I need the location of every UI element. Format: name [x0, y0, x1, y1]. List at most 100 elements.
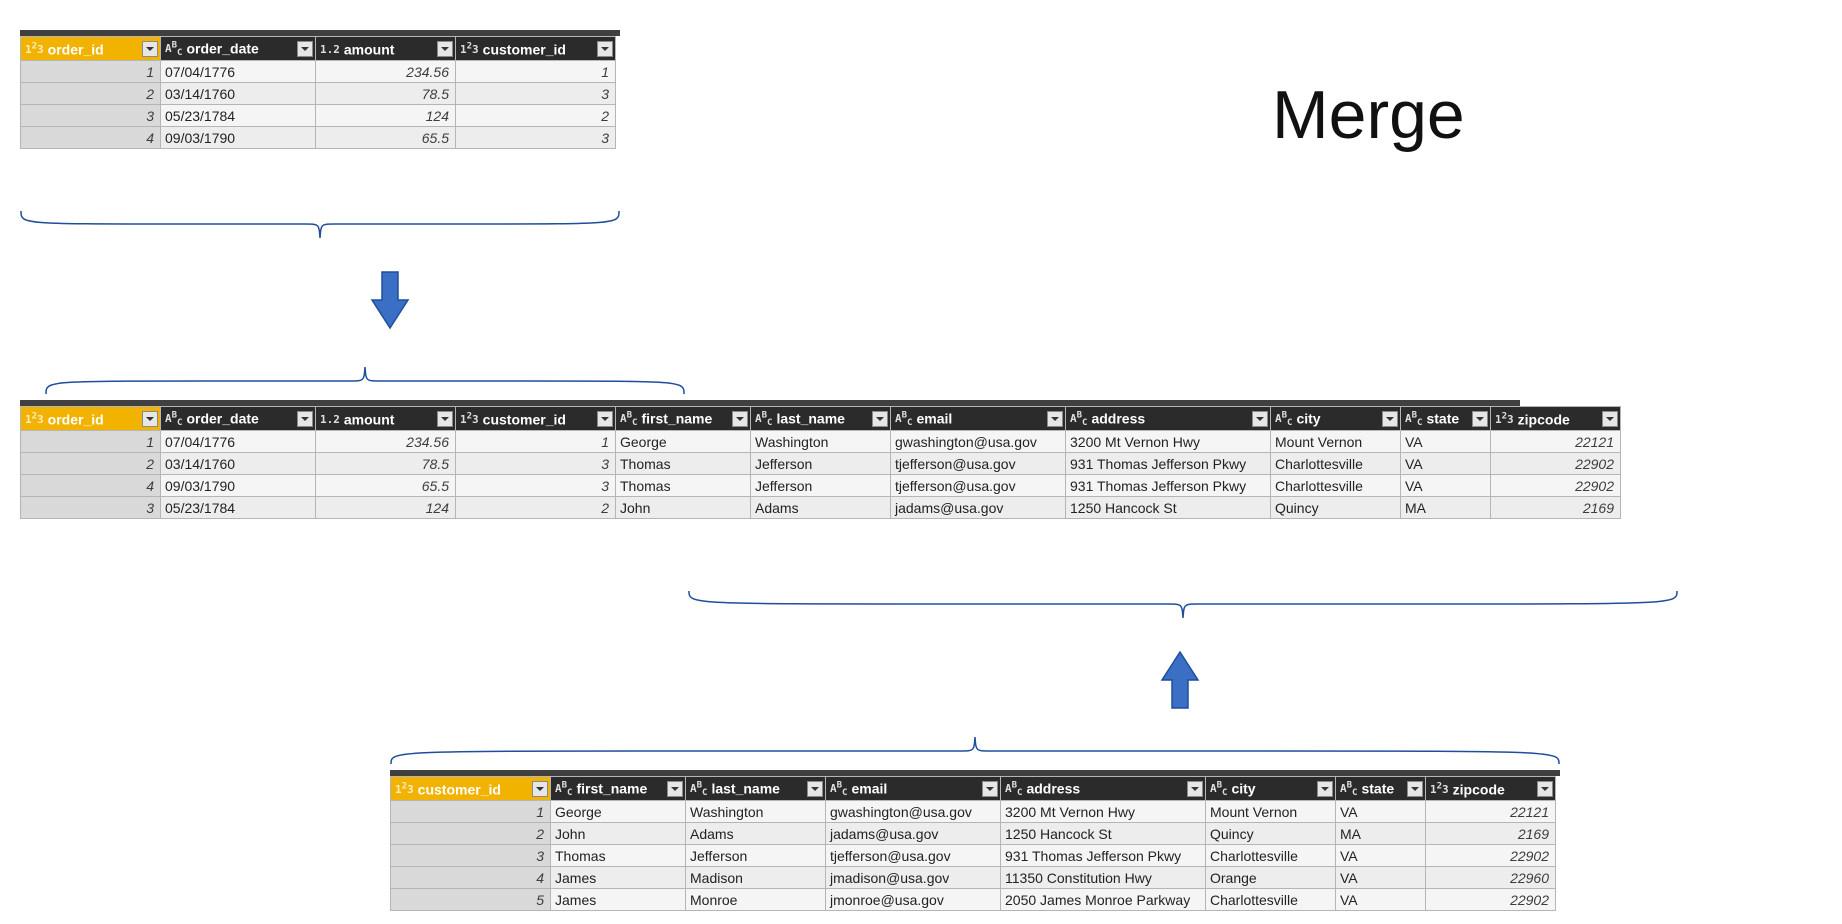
cell-address[interactable]: 931 Thomas Jefferson Pkwy	[1001, 845, 1206, 867]
column-header-customer_id[interactable]: 123customer_id	[391, 777, 551, 801]
cell-order_date[interactable]: 07/04/1776	[161, 431, 316, 453]
cell-last_name[interactable]: Washington	[751, 431, 891, 453]
cell-order_date[interactable]: 05/23/1784	[161, 105, 316, 127]
cell-order_id[interactable]: 1	[21, 431, 161, 453]
cell-zipcode[interactable]: 22902	[1426, 845, 1556, 867]
column-header-city[interactable]: ABCcity	[1206, 777, 1336, 801]
column-filter-city[interactable]	[1382, 411, 1398, 427]
table-row[interactable]: 4JamesMadisonjmadison@usa.gov11350 Const…	[391, 867, 1556, 889]
cell-customer_id[interactable]: 2	[391, 823, 551, 845]
cell-amount[interactable]: 78.5	[316, 83, 456, 105]
table-row[interactable]: 107/04/1776234.561GeorgeWashingtongwashi…	[21, 431, 1621, 453]
cell-first_name[interactable]: Thomas	[551, 845, 686, 867]
column-header-last_name[interactable]: ABClast_name	[686, 777, 826, 801]
cell-state[interactable]: VA	[1336, 845, 1426, 867]
cell-address[interactable]: 3200 Mt Vernon Hwy	[1066, 431, 1271, 453]
column-filter-zipcode[interactable]	[1537, 781, 1553, 797]
cell-city[interactable]: Charlottesville	[1206, 889, 1336, 911]
cell-last_name[interactable]: Jefferson	[751, 453, 891, 475]
cell-customer_id[interactable]: 1	[391, 801, 551, 823]
column-filter-zipcode[interactable]	[1602, 411, 1618, 427]
cell-last_name[interactable]: Monroe	[686, 889, 826, 911]
cell-zipcode[interactable]: 22902	[1426, 889, 1556, 911]
cell-city[interactable]: Charlottesville	[1271, 475, 1401, 497]
cell-city[interactable]: Charlottesville	[1206, 845, 1336, 867]
cell-customer_id[interactable]: 3	[391, 845, 551, 867]
column-header-email[interactable]: ABCemail	[826, 777, 1001, 801]
cell-address[interactable]: 11350 Constitution Hwy	[1001, 867, 1206, 889]
table-row[interactable]: 3ThomasJeffersontjefferson@usa.gov931 Th…	[391, 845, 1556, 867]
cell-last_name[interactable]: Adams	[686, 823, 826, 845]
cell-customer_id[interactable]: 2	[456, 497, 616, 519]
cell-customer_id[interactable]: 2	[456, 105, 616, 127]
cell-first_name[interactable]: James	[551, 867, 686, 889]
table-row[interactable]: 5JamesMonroejmonroe@usa.gov2050 James Mo…	[391, 889, 1556, 911]
column-filter-order_id[interactable]	[142, 411, 158, 427]
cell-email[interactable]: jadams@usa.gov	[826, 823, 1001, 845]
cell-last_name[interactable]: Adams	[751, 497, 891, 519]
cell-customer_id[interactable]: 1	[456, 61, 616, 83]
cell-city[interactable]: Quincy	[1206, 823, 1336, 845]
cell-order_id[interactable]: 3	[21, 497, 161, 519]
column-filter-email[interactable]	[1047, 411, 1063, 427]
cell-city[interactable]: Mount Vernon	[1206, 801, 1336, 823]
cell-order_id[interactable]: 1	[21, 61, 161, 83]
column-filter-first_name[interactable]	[732, 411, 748, 427]
cell-state[interactable]: VA	[1336, 867, 1426, 889]
cell-first_name[interactable]: George	[551, 801, 686, 823]
cell-amount[interactable]: 124	[316, 105, 456, 127]
cell-order_id[interactable]: 3	[21, 105, 161, 127]
cell-customer_id[interactable]: 1	[456, 431, 616, 453]
cell-zipcode[interactable]: 22960	[1426, 867, 1556, 889]
cell-amount[interactable]: 65.5	[316, 127, 456, 149]
column-filter-customer_id[interactable]	[532, 781, 548, 797]
cell-email[interactable]: jadams@usa.gov	[891, 497, 1066, 519]
column-filter-last_name[interactable]	[872, 411, 888, 427]
cell-state[interactable]: VA	[1401, 431, 1491, 453]
cell-order_date[interactable]: 07/04/1776	[161, 61, 316, 83]
cell-state[interactable]: VA	[1401, 453, 1491, 475]
column-filter-order_date[interactable]	[297, 411, 313, 427]
table-row[interactable]: 203/14/176078.53	[21, 83, 616, 105]
cell-first_name[interactable]: George	[616, 431, 751, 453]
column-header-order_date[interactable]: ABCorder_date	[161, 407, 316, 431]
cell-order_id[interactable]: 4	[21, 475, 161, 497]
cell-amount[interactable]: 234.56	[316, 431, 456, 453]
column-filter-order_date[interactable]	[297, 41, 313, 57]
column-filter-customer_id[interactable]	[597, 41, 613, 57]
column-filter-amount[interactable]	[437, 41, 453, 57]
cell-order_id[interactable]: 2	[21, 453, 161, 475]
cell-last_name[interactable]: Madison	[686, 867, 826, 889]
cell-address[interactable]: 931 Thomas Jefferson Pkwy	[1066, 475, 1271, 497]
column-filter-last_name[interactable]	[807, 781, 823, 797]
cell-address[interactable]: 931 Thomas Jefferson Pkwy	[1066, 453, 1271, 475]
cell-state[interactable]: VA	[1336, 889, 1426, 911]
column-header-email[interactable]: ABCemail	[891, 407, 1066, 431]
column-header-address[interactable]: ABCaddress	[1066, 407, 1271, 431]
cell-order_date[interactable]: 05/23/1784	[161, 497, 316, 519]
cell-email[interactable]: tjefferson@usa.gov	[891, 475, 1066, 497]
column-header-last_name[interactable]: ABClast_name	[751, 407, 891, 431]
column-filter-city[interactable]	[1317, 781, 1333, 797]
cell-amount[interactable]: 65.5	[316, 475, 456, 497]
cell-email[interactable]: jmonroe@usa.gov	[826, 889, 1001, 911]
column-header-zipcode[interactable]: 123zipcode	[1426, 777, 1556, 801]
cell-customer_id[interactable]: 3	[456, 475, 616, 497]
column-header-state[interactable]: ABCstate	[1401, 407, 1491, 431]
cell-email[interactable]: tjefferson@usa.gov	[826, 845, 1001, 867]
column-header-customer_id[interactable]: 123customer_id	[456, 407, 616, 431]
cell-last_name[interactable]: Washington	[686, 801, 826, 823]
column-filter-state[interactable]	[1407, 781, 1423, 797]
cell-last_name[interactable]: Jefferson	[686, 845, 826, 867]
cell-first_name[interactable]: John	[551, 823, 686, 845]
column-filter-first_name[interactable]	[667, 781, 683, 797]
cell-state[interactable]: VA	[1401, 475, 1491, 497]
table-row[interactable]: 305/23/17841242	[21, 105, 616, 127]
table-row[interactable]: 2JohnAdamsjadams@usa.gov1250 Hancock StQ…	[391, 823, 1556, 845]
cell-city[interactable]: Quincy	[1271, 497, 1401, 519]
cell-city[interactable]: Orange	[1206, 867, 1336, 889]
table-row[interactable]: 1GeorgeWashingtongwashington@usa.gov3200…	[391, 801, 1556, 823]
column-header-order_id[interactable]: 123order_id	[21, 407, 161, 431]
cell-order_date[interactable]: 03/14/1760	[161, 453, 316, 475]
cell-address[interactable]: 1250 Hancock St	[1001, 823, 1206, 845]
